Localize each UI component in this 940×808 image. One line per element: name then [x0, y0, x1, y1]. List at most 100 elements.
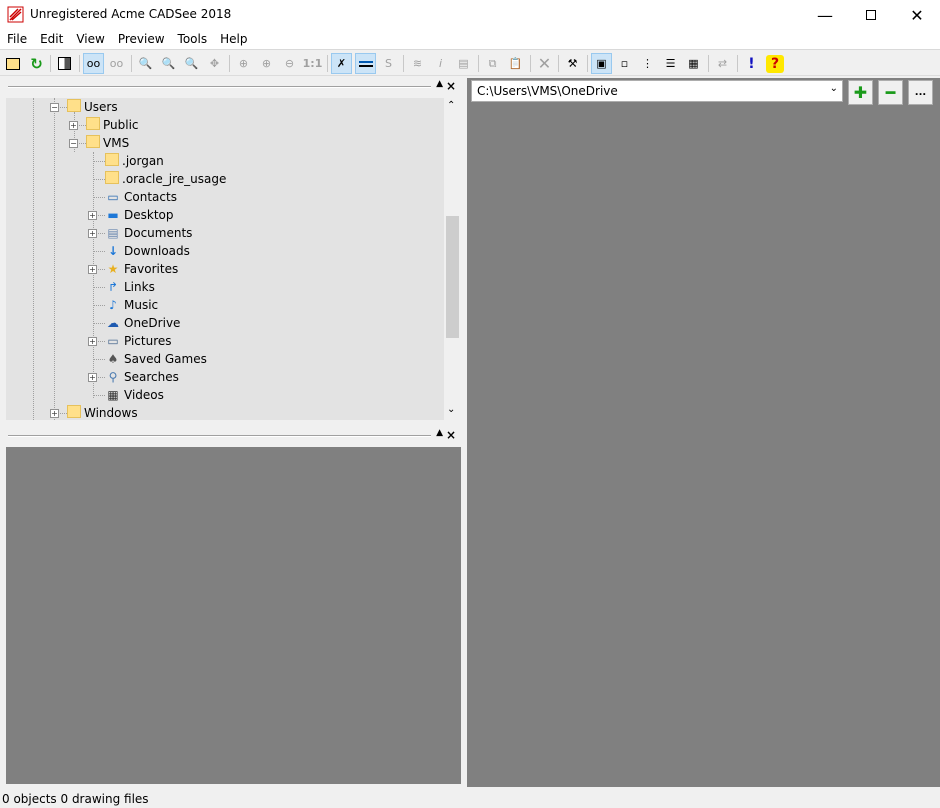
tree-item-label: VMS — [103, 136, 130, 150]
tools-button[interactable]: ⚒ — [562, 53, 583, 74]
tree-item[interactable]: Windows — [67, 404, 138, 420]
minimize-button[interactable]: — — [802, 0, 848, 30]
collapse-icon[interactable]: − — [69, 139, 78, 148]
list-view-button[interactable]: ⋮ — [637, 53, 658, 74]
menu-bar: File Edit View Preview Tools Help — [0, 30, 940, 50]
view-mode-button[interactable] — [54, 53, 75, 74]
menu-view[interactable]: View — [69, 30, 110, 46]
large-icons-button[interactable]: ▣ — [591, 53, 612, 74]
tree-item[interactable]: Users — [67, 98, 118, 116]
tree-item-label: Downloads — [124, 244, 190, 258]
close-button[interactable]: ✕ — [894, 0, 940, 30]
remove-path-button[interactable]: ━ — [878, 80, 903, 105]
tree-item[interactable]: ▬ Desktop — [105, 206, 173, 224]
tree-item[interactable]: ★ Favorites — [105, 260, 179, 278]
zoom-window-icon: 🔍 — [184, 57, 199, 70]
browse-path-button[interactable]: ... — [908, 80, 933, 105]
preview-off-button[interactable]: oo — [106, 53, 127, 74]
zoom-all-button[interactable]: ⊕ — [256, 53, 277, 74]
menu-file[interactable]: File — [0, 30, 33, 46]
fast-mode-button[interactable]: ✗ — [331, 53, 352, 74]
toolbar-separator — [737, 55, 738, 72]
close-panel-icon[interactable]: × — [446, 428, 456, 442]
tree-item[interactable]: ♪ Music — [105, 296, 158, 314]
expand-icon[interactable]: + — [88, 229, 97, 238]
tree-guide-line — [93, 179, 105, 180]
info-button[interactable]: i — [430, 53, 451, 74]
preview-on-button[interactable]: oo — [83, 53, 104, 74]
expand-icon[interactable]: + — [88, 373, 97, 382]
tree-item[interactable]: ⚲ Searches — [105, 368, 179, 386]
menu-preview[interactable]: Preview — [111, 30, 171, 46]
collapse-panel-icon[interactable]: ▲ — [436, 428, 443, 438]
layers-toggle-button[interactable] — [355, 53, 376, 74]
register-button[interactable]: ! — [741, 53, 762, 74]
tree-item[interactable]: .jorgan — [105, 152, 164, 170]
menu-edit[interactable]: Edit — [33, 30, 69, 46]
zoom-previous-button[interactable]: ⊖ — [279, 53, 300, 74]
refresh-button[interactable]: ↻ — [26, 53, 47, 74]
menu-tools[interactable]: Tools — [171, 30, 214, 46]
delete-button[interactable]: ✕ — [534, 53, 555, 74]
details-view-button[interactable]: ☰ — [660, 53, 681, 74]
close-icon: ✕ — [910, 5, 924, 25]
exclamation-icon: ! — [748, 55, 755, 72]
expand-icon[interactable]: + — [69, 121, 78, 130]
tree-scrollbar[interactable]: ⌃ ⌄ — [444, 98, 461, 420]
copy-button[interactable]: ⧉ — [482, 53, 503, 74]
paste-button[interactable]: 📋 — [505, 53, 526, 74]
path-combobox[interactable]: C:\Users\VMS\OneDrive ⌄ — [471, 80, 843, 102]
tree-item[interactable]: Public — [86, 116, 139, 134]
panel-grip[interactable] — [8, 86, 431, 88]
up-folder-button[interactable] — [2, 53, 23, 74]
tree-guide-line — [93, 359, 105, 360]
layer-list-button[interactable]: ≋ — [407, 53, 428, 74]
zoom-extents-button[interactable]: ⊕ — [233, 53, 254, 74]
expand-icon[interactable]: + — [88, 265, 97, 274]
expand-icon[interactable]: + — [88, 211, 97, 220]
tree-item[interactable]: ♠ Saved Games — [105, 350, 207, 368]
zoom-out-button[interactable]: 🔍 — [135, 53, 156, 74]
menu-help[interactable]: Help — [213, 30, 253, 46]
toolbar-separator — [229, 55, 230, 72]
tree-item[interactable]: ☁ OneDrive — [105, 314, 180, 332]
tree-guide-line — [93, 152, 94, 398]
tree-item[interactable]: ↓ Downloads — [105, 242, 190, 260]
tree-item[interactable]: .oracle_jre_usage — [105, 170, 226, 188]
favorites-icon: ★ — [107, 262, 119, 276]
tree-item[interactable]: ▭ Contacts — [105, 188, 177, 206]
zoom-window-button[interactable]: 🔍 — [181, 53, 202, 74]
toolbar: ↻ oo oo 🔍 🔍 🔍 ✥ ⊕ ⊕ ⊖ 1:1 ✗ S ≋ i ▤ ⧉ 📋 … — [0, 51, 940, 76]
properties-button[interactable]: ▤ — [453, 53, 474, 74]
convert-button[interactable]: ⇄ — [712, 53, 733, 74]
close-panel-icon[interactable]: × — [446, 79, 456, 93]
tree-item[interactable]: ▭ Pictures — [105, 332, 171, 350]
scroll-down-icon[interactable]: ⌄ — [447, 404, 455, 415]
actual-size-button[interactable]: 1:1 — [302, 53, 323, 74]
add-path-button[interactable]: ✚ — [848, 80, 873, 105]
scroll-up-icon[interactable]: ⌃ — [447, 100, 455, 111]
panel-grip[interactable] — [8, 435, 431, 437]
tree-item[interactable]: VMS — [86, 134, 129, 152]
zoom-out-icon: 🔍 — [138, 57, 153, 70]
folder-tree: − Users + Public − VMS .jorgan .oracle_jre_usag… — [6, 98, 444, 420]
pan-button[interactable]: ✥ — [204, 53, 225, 74]
tree-item[interactable]: ↱ Links — [105, 278, 155, 296]
folder-icon — [105, 153, 119, 169]
tree-guide-line — [93, 323, 105, 324]
small-icons-button[interactable]: ▫ — [614, 53, 635, 74]
chevron-down-icon[interactable]: ⌄ — [830, 83, 838, 94]
collapse-icon[interactable]: − — [50, 103, 59, 112]
scroll-thumb[interactable] — [446, 216, 459, 338]
zoom-in-button[interactable]: 🔍 — [158, 53, 179, 74]
tree-item[interactable]: ▦ Videos — [105, 386, 164, 404]
thumbnails-view-button[interactable]: ▦ — [683, 53, 704, 74]
minimize-icon: — — [817, 5, 833, 25]
tree-item[interactable]: ▤ Documents — [105, 224, 192, 242]
expand-icon[interactable]: + — [50, 409, 59, 418]
maximize-button[interactable] — [848, 0, 894, 30]
help-button[interactable]: ? — [766, 55, 784, 73]
shx-font-button[interactable]: S — [378, 53, 399, 74]
expand-icon[interactable]: + — [88, 337, 97, 346]
collapse-panel-icon[interactable]: ▲ — [436, 79, 443, 89]
